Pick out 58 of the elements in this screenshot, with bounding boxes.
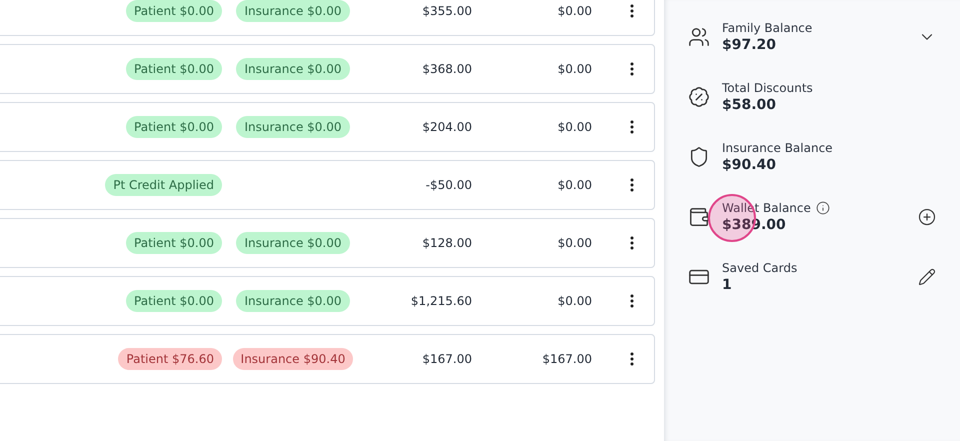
insurance-status-pill: Insurance $0.00 — [236, 0, 350, 22]
more-options-button[interactable] — [630, 236, 634, 250]
info-icon[interactable] — [816, 201, 830, 215]
kebab-icon — [630, 120, 634, 134]
more-options-button[interactable] — [630, 120, 634, 134]
balance-label: Family Balance — [722, 21, 812, 35]
balance-value: $90.40 — [722, 157, 778, 173]
insurance-status-pill: Insurance $0.00 — [236, 116, 350, 138]
plus-circle-button[interactable] — [918, 208, 936, 226]
balance-text: $0.00 — [558, 294, 592, 308]
patient-status-pill: Patient $0.00 — [126, 232, 222, 254]
pencil-button[interactable] — [918, 268, 936, 286]
kebab-icon — [630, 4, 634, 18]
patient-status-pill: Patient $0.00 — [126, 290, 222, 312]
balance-label: Saved Cards — [722, 261, 798, 275]
insurance-status-pill: Insurance $0.00 — [236, 232, 350, 254]
patient-status-pill: Patient $0.00 — [126, 116, 222, 138]
more-options-button[interactable] — [630, 62, 634, 76]
more-options-button[interactable] — [630, 352, 634, 366]
balance-text: $0.00 — [558, 4, 592, 18]
pencil-icon — [918, 268, 936, 286]
balance-value: 1 — [722, 277, 733, 293]
insurance-status-pill: Insurance $90.40 — [232, 348, 354, 370]
kebab-icon — [630, 294, 634, 308]
balance-label: Total Discounts — [722, 81, 813, 95]
patient-status-pill: Pt Credit Applied — [105, 174, 222, 196]
amount-text: $204.00 — [422, 120, 472, 134]
more-options-button[interactable] — [630, 178, 634, 192]
amount-text: -$50.00 — [426, 178, 472, 192]
patient-status-pill: Patient $0.00 — [126, 58, 222, 80]
kebab-icon — [630, 236, 634, 250]
shield-icon — [688, 146, 710, 168]
more-options-button[interactable] — [630, 294, 634, 308]
kebab-icon — [630, 62, 634, 76]
insurance-status-pill: Insurance $0.00 — [236, 58, 350, 80]
patient-status-pill: Patient $0.00 — [126, 0, 222, 22]
balance-label: Insurance Balance — [722, 141, 833, 155]
plus-circle-icon — [918, 208, 936, 226]
more-options-button[interactable] — [630, 4, 634, 18]
kebab-icon — [630, 352, 634, 366]
balance-text: $0.00 — [558, 178, 592, 192]
amount-text: $1,215.60 — [410, 294, 472, 308]
amount-text: $368.00 — [422, 62, 472, 76]
kebab-icon — [630, 178, 634, 192]
amount-text: $167.00 — [422, 352, 472, 366]
wallet-icon — [688, 206, 710, 228]
balance-text: $0.00 — [558, 236, 592, 250]
balance-value: $97.20 — [722, 37, 778, 53]
balance-text: $0.00 — [558, 62, 592, 76]
percent-badge-icon — [688, 86, 710, 108]
amount-text: $355.00 — [422, 4, 472, 18]
patient-status-pill: Patient $76.60 — [118, 348, 222, 370]
amount-text: $128.00 — [422, 236, 472, 250]
people-icon — [688, 26, 710, 48]
balance-text: $167.00 — [542, 352, 592, 366]
balance-value: $58.00 — [722, 97, 778, 113]
insurance-status-pill: Insurance $0.00 — [236, 290, 350, 312]
balance-text: $0.00 — [558, 120, 592, 134]
